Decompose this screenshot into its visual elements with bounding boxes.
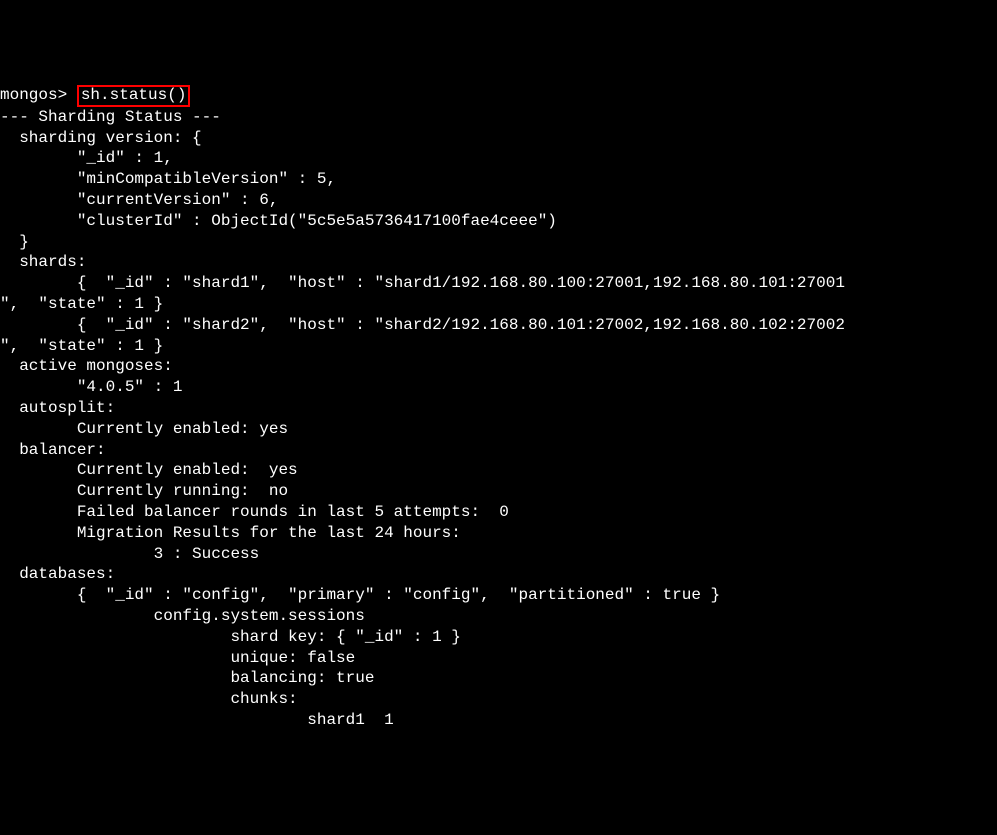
output-line: 3 : Success bbox=[0, 544, 997, 565]
output-line: Currently running: no bbox=[0, 481, 997, 502]
output-line: balancing: true bbox=[0, 668, 997, 689]
output-line: { "_id" : "shard1", "host" : "shard1/192… bbox=[0, 273, 997, 294]
output-line: "_id" : 1, bbox=[0, 148, 997, 169]
output-line: "minCompatibleVersion" : 5, bbox=[0, 169, 997, 190]
output-line: "clusterId" : ObjectId("5c5e5a5736417100… bbox=[0, 211, 997, 232]
output-line: { "_id" : "config", "primary" : "config"… bbox=[0, 585, 997, 606]
output-line: Migration Results for the last 24 hours: bbox=[0, 523, 997, 544]
output-line: { "_id" : "shard2", "host" : "shard2/192… bbox=[0, 315, 997, 336]
output-line: config.system.sessions bbox=[0, 606, 997, 627]
terminal-output: mongos> sh.status()--- Sharding Status -… bbox=[0, 85, 997, 731]
output-line: databases: bbox=[0, 564, 997, 585]
output-line: shard1 1 bbox=[0, 710, 997, 731]
output-line: shard key: { "_id" : 1 } bbox=[0, 627, 997, 648]
command-highlight: sh.status() bbox=[77, 85, 191, 107]
output-line: shards: bbox=[0, 252, 997, 273]
output-line: unique: false bbox=[0, 648, 997, 669]
output-line: chunks: bbox=[0, 689, 997, 710]
output-line: ", "state" : 1 } bbox=[0, 336, 997, 357]
output-line: autosplit: bbox=[0, 398, 997, 419]
output-line: Failed balancer rounds in last 5 attempt… bbox=[0, 502, 997, 523]
command-text: sh.status() bbox=[81, 86, 187, 104]
shell-prompt: mongos> bbox=[0, 86, 77, 104]
command-line: mongos> sh.status() bbox=[0, 85, 997, 107]
output-line: Currently enabled: yes bbox=[0, 460, 997, 481]
output-line: } bbox=[0, 232, 997, 253]
output-line: "4.0.5" : 1 bbox=[0, 377, 997, 398]
output-line: --- Sharding Status --- bbox=[0, 107, 997, 128]
output-line: sharding version: { bbox=[0, 128, 997, 149]
output-line: ", "state" : 1 } bbox=[0, 294, 997, 315]
output-line: balancer: bbox=[0, 440, 997, 461]
output-line: active mongoses: bbox=[0, 356, 997, 377]
output-line: Currently enabled: yes bbox=[0, 419, 997, 440]
output-line: "currentVersion" : 6, bbox=[0, 190, 997, 211]
